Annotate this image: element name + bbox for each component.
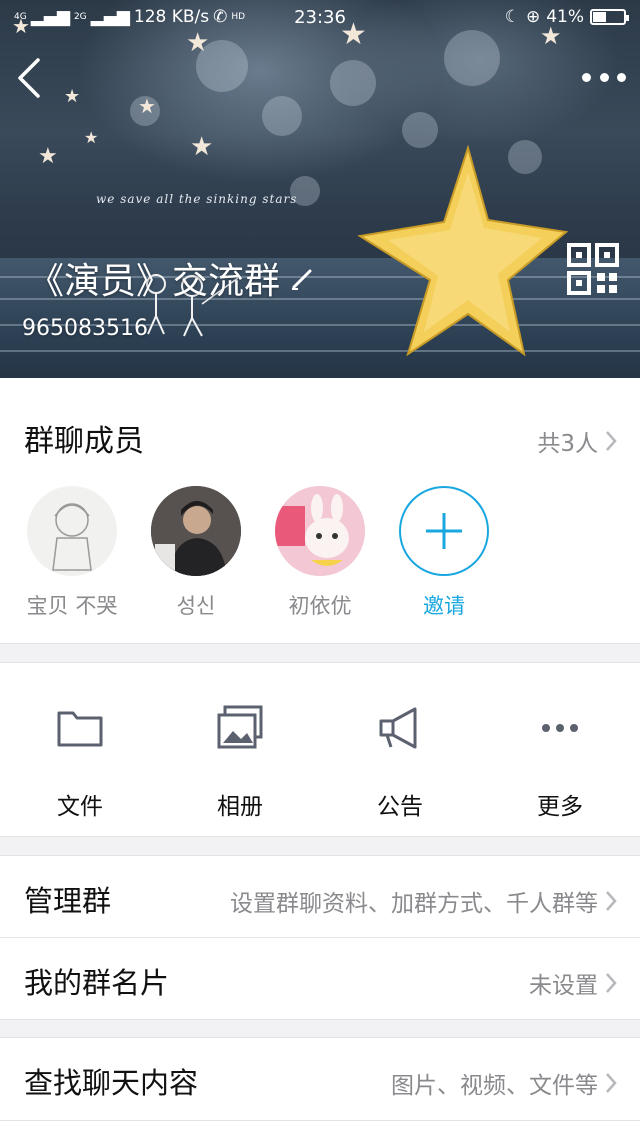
- group-card-value: 未设置: [529, 973, 598, 999]
- avatar: [275, 486, 365, 576]
- banner-tagline: we save all the sinking stars: [96, 192, 298, 206]
- folder-icon: [57, 711, 103, 747]
- bokeh-light: [262, 96, 302, 136]
- members-count-link[interactable]: 共3人: [537, 424, 618, 458]
- star-shape: ★: [38, 144, 58, 169]
- divider: [0, 1019, 640, 1020]
- avatar-illustration: [52, 503, 92, 571]
- manage-group-row[interactable]: 管理群 设置群聊资料、加群方式、千人群等: [0, 856, 640, 938]
- bokeh-light: [330, 60, 376, 106]
- moon-icon: ☾: [504, 7, 520, 27]
- rotation-lock-icon: ⊕: [525, 7, 541, 27]
- more-dots-icon: [542, 724, 578, 732]
- files-button[interactable]: 文件: [0, 703, 160, 821]
- signal-icon: ▂▄▆: [90, 7, 130, 27]
- manage-group-value-wrap: 设置群聊资料、加群方式、千人群等: [230, 884, 618, 918]
- star-shape: ★: [64, 86, 81, 107]
- album-label: 相册: [217, 794, 263, 820]
- big-star-illustration: [357, 144, 569, 357]
- avatar: [27, 486, 117, 576]
- group-card-title: 我的群名片: [24, 966, 170, 1000]
- chevron-right-icon: [606, 431, 617, 451]
- search-chat-title: 查找聊天内容: [24, 1066, 199, 1100]
- manage-group-title: 管理群: [24, 884, 112, 918]
- member-name: 初依优: [288, 594, 352, 618]
- search-chat-value: 图片、视频、文件等: [391, 1073, 598, 1099]
- more-options-button[interactable]: [582, 62, 626, 92]
- members-section: 群聊成员 共3人 宝贝 不哭 성신 初依优 邀请: [0, 378, 640, 644]
- group-card-row[interactable]: 我的群名片 未设置: [0, 938, 640, 1020]
- invite-label: 邀请: [423, 594, 465, 618]
- announcement-button[interactable]: 公告: [320, 703, 480, 821]
- hd-badge: HD: [231, 11, 246, 22]
- battery-icon: [590, 9, 629, 25]
- next-row-partial: [0, 1121, 640, 1138]
- bokeh-light: [444, 30, 500, 86]
- avatar-illustration: [151, 486, 241, 576]
- battery-percent: 41%: [546, 7, 584, 27]
- invite-circle: [399, 486, 489, 576]
- member-item[interactable]: 성신: [141, 486, 251, 620]
- more-button[interactable]: 更多: [480, 703, 640, 821]
- group-name[interactable]: 《演员》交流群: [28, 252, 316, 304]
- back-button[interactable]: [14, 56, 44, 100]
- avatar: [151, 486, 241, 576]
- group-card-value-wrap: 未设置: [529, 966, 618, 1000]
- group-name-text: 《演员》交流群: [28, 261, 281, 302]
- quick-actions-section: 文件 相册 公告 更多: [0, 662, 640, 837]
- member-name: 성신: [176, 594, 216, 618]
- search-chat-value-wrap: 图片、视频、文件等: [391, 1066, 618, 1100]
- more-label: 更多: [537, 794, 583, 820]
- chevron-right-icon: [606, 1073, 617, 1093]
- network-speed: 128 KB/s: [133, 7, 210, 27]
- phone-icon: ✆: [213, 7, 228, 27]
- manage-group-value: 设置群聊资料、加群方式、千人群等: [230, 891, 598, 917]
- member-name: 宝贝 不哭: [26, 594, 118, 618]
- star-shape: ★: [138, 94, 156, 118]
- signal-icon: ▂▄▆: [30, 7, 70, 27]
- network-type-secondary: 2G: [73, 11, 87, 22]
- album-button[interactable]: 相册: [160, 703, 320, 821]
- qr-code-icon[interactable]: [566, 242, 620, 296]
- network-type: 4G: [14, 11, 27, 22]
- member-item[interactable]: 初依优: [265, 486, 375, 620]
- search-chat-row[interactable]: 查找聊天内容 图片、视频、文件等: [0, 1038, 640, 1120]
- plus-icon: [426, 513, 462, 549]
- megaphone-icon: [379, 707, 417, 749]
- more-dot: [582, 72, 591, 82]
- edit-icon[interactable]: [290, 265, 316, 291]
- avatar-illustration: [275, 486, 365, 576]
- status-bar: 4G ▂▄▆ 2G ▂▄▆ 128 KB/s ✆ HD 23:36 ☾ ⊕ 41…: [0, 0, 640, 34]
- chevron-right-icon: [606, 973, 617, 993]
- more-dot: [617, 72, 626, 82]
- invite-button[interactable]: 邀请: [389, 486, 499, 620]
- star-shape: ★: [190, 132, 214, 162]
- chevron-right-icon: [606, 891, 617, 911]
- announcement-label: 公告: [377, 794, 423, 820]
- member-item[interactable]: 宝贝 不哭: [17, 486, 127, 620]
- more-dot: [599, 72, 609, 82]
- group-id: 965083516: [22, 316, 148, 341]
- album-icon: [217, 705, 263, 749]
- back-icon: [18, 58, 40, 98]
- members-title: 群聊成员: [24, 424, 144, 459]
- star-shape: ★: [84, 128, 99, 147]
- members-count: 共3人: [537, 431, 598, 457]
- files-label: 文件: [57, 794, 103, 820]
